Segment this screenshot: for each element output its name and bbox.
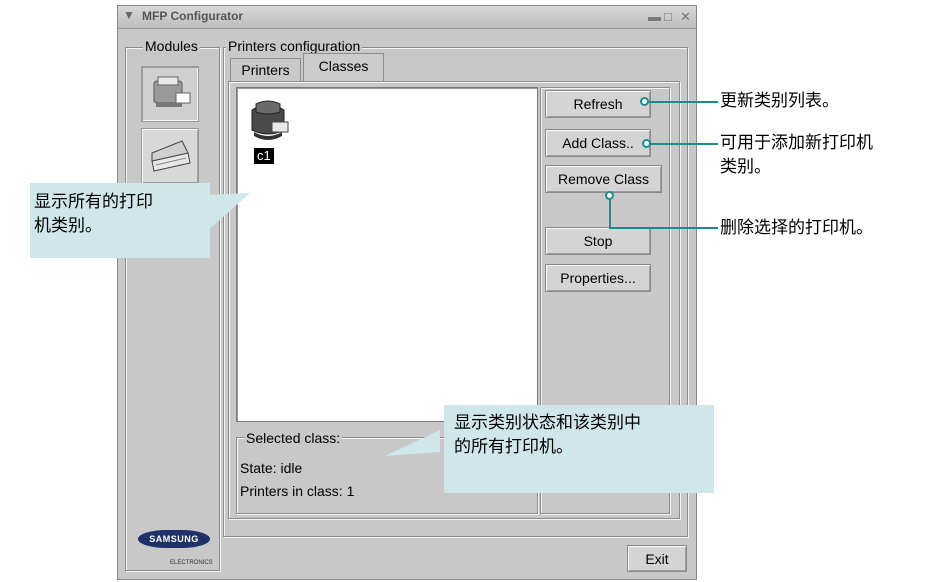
left-callout: 显示所有的打印 机类别。 xyxy=(30,183,210,258)
callout-pointers xyxy=(180,193,440,456)
bottom-callout: 显示类别状态和该类别中 的所有打印机。 xyxy=(444,405,714,493)
bottom-callout-line2: 的所有打印机。 xyxy=(454,437,573,457)
left-callout-line2: 机类别。 xyxy=(34,216,102,236)
bottom-callout-line1: 显示类别状态和该类别中 xyxy=(454,413,641,433)
left-callout-line1: 显示所有的打印 xyxy=(34,192,153,212)
